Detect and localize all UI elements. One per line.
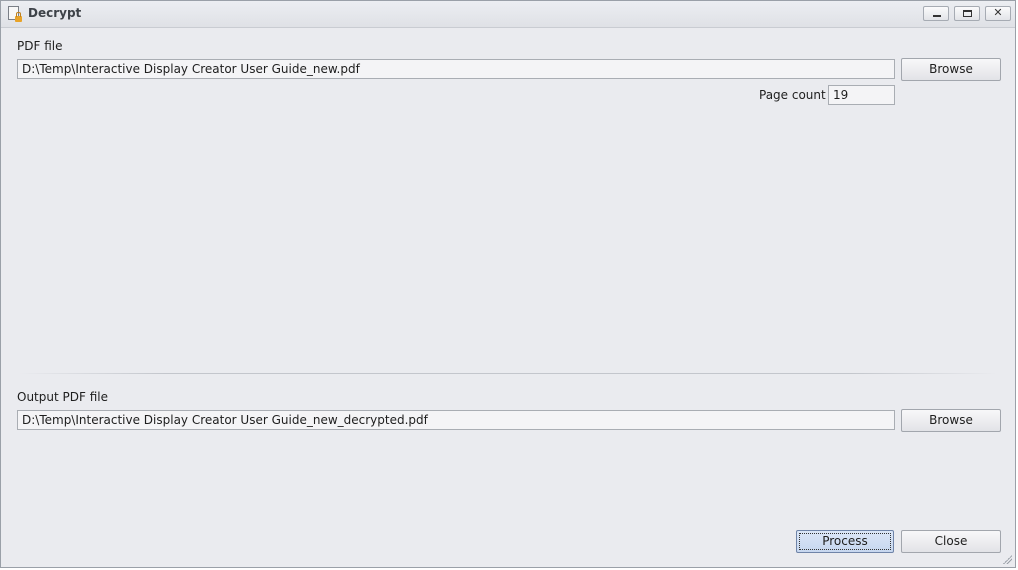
resize-grip-icon[interactable] xyxy=(1002,554,1012,564)
maximize-icon xyxy=(963,10,972,17)
page-count-field[interactable]: 19 xyxy=(828,85,895,105)
close-button[interactable]: Close xyxy=(901,530,1001,553)
page-count-label: Page count xyxy=(759,88,826,102)
process-button[interactable]: Process xyxy=(796,530,894,553)
output-pdf-file-input[interactable]: D:\Temp\Interactive Display Creator User… xyxy=(17,410,895,430)
close-icon: ✕ xyxy=(993,6,1003,19)
pdf-file-label: PDF file xyxy=(17,39,63,53)
browse-input-button[interactable]: Browse xyxy=(901,58,1001,81)
window-title: Decrypt xyxy=(28,6,82,20)
output-pdf-file-label: Output PDF file xyxy=(17,390,108,404)
browse-output-button[interactable]: Browse xyxy=(901,409,1001,432)
minimize-icon xyxy=(933,15,941,17)
minimize-button[interactable] xyxy=(923,6,949,21)
document-lock-icon xyxy=(8,6,22,22)
pdf-file-input[interactable]: D:\Temp\Interactive Display Creator User… xyxy=(17,59,895,79)
process-button-label: Process xyxy=(799,533,891,550)
close-window-button[interactable]: ✕ xyxy=(985,6,1011,21)
title-bar[interactable]: Decrypt ✕ xyxy=(1,1,1015,28)
decrypt-window: Decrypt ✕ PDF file D:\Temp\Interactive D… xyxy=(0,0,1016,568)
section-separator xyxy=(19,373,997,374)
maximize-button[interactable] xyxy=(954,6,980,21)
